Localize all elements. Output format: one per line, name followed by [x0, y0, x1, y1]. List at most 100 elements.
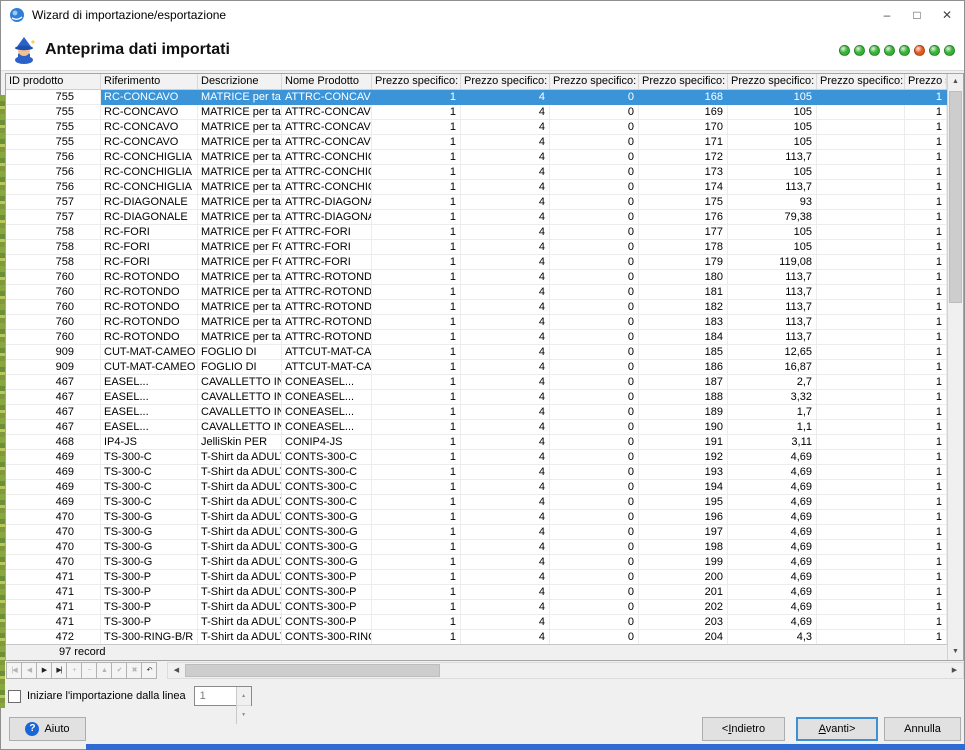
table-row[interactable]: 756RC-CONCHIGLIAMATRICE per taglioATTRC-…	[6, 150, 947, 165]
column-header[interactable]: Descrizione	[198, 74, 282, 89]
table-row[interactable]: 470TS-300-GT-Shirt da ADULTOCONTS-300-G1…	[6, 510, 947, 525]
table-cell[interactable]: 1	[905, 480, 947, 495]
table-cell[interactable]	[817, 360, 905, 375]
start-line-checkbox[interactable]	[8, 689, 21, 703]
table-cell[interactable]	[817, 375, 905, 390]
table-cell[interactable]: ATTRC-ROTONDO	[282, 330, 372, 345]
table-cell[interactable]: 1	[372, 390, 461, 405]
table-cell[interactable]: 172	[639, 150, 728, 165]
table-cell[interactable]: 4	[461, 120, 550, 135]
table-cell[interactable]: 189	[639, 405, 728, 420]
table-cell[interactable]: 181	[639, 285, 728, 300]
table-cell[interactable]: 4,69	[728, 465, 817, 480]
table-cell[interactable]: 1	[372, 105, 461, 120]
table-cell[interactable]: 113,7	[728, 300, 817, 315]
table-cell[interactable]: 1	[905, 300, 947, 315]
table-cell[interactable]: 1	[372, 525, 461, 540]
minimize-button[interactable]: –	[872, 1, 902, 29]
table-cell[interactable]: 758	[6, 240, 101, 255]
table-cell[interactable]: 4,3	[728, 630, 817, 644]
table-cell[interactable]: ATTRC-FORI	[282, 240, 372, 255]
table-cell[interactable]	[817, 540, 905, 555]
table-cell[interactable]: 105	[728, 225, 817, 240]
table-cell[interactable]: 4,69	[728, 510, 817, 525]
nav-cancel-button[interactable]: ✖	[126, 662, 142, 679]
table-cell[interactable]: 755	[6, 90, 101, 105]
table-cell[interactable]: 186	[639, 360, 728, 375]
table-cell[interactable]: CUT-MAT-CAMEO	[101, 345, 198, 360]
table-cell[interactable]: CUT-MAT-CAMEO	[101, 360, 198, 375]
table-cell[interactable]: MATRICE per taglio	[198, 270, 282, 285]
table-cell[interactable]: 1	[372, 195, 461, 210]
table-cell[interactable]: 193	[639, 465, 728, 480]
table-cell[interactable]: 4	[461, 345, 550, 360]
table-cell[interactable]: 93	[728, 195, 817, 210]
table-cell[interactable]: 1	[372, 375, 461, 390]
table-cell[interactable]: 1	[905, 405, 947, 420]
table-cell[interactable]: ATTRC-CONCAVO	[282, 105, 372, 120]
table-cell[interactable]: FOGLIO DI	[198, 360, 282, 375]
table-cell[interactable]: CONEASEL...	[282, 390, 372, 405]
table-cell[interactable]: 1	[905, 555, 947, 570]
table-cell[interactable]: 467	[6, 375, 101, 390]
table-cell[interactable]: ATTCUT-MAT-CAMEO	[282, 360, 372, 375]
table-cell[interactable]: 1	[905, 285, 947, 300]
table-cell[interactable]: 1	[372, 405, 461, 420]
table-cell[interactable]: TS-300-RING-B/R	[101, 630, 198, 644]
table-row[interactable]: 469TS-300-CT-Shirt da ADULTOCONTS-300-C1…	[6, 465, 947, 480]
table-cell[interactable]: 184	[639, 330, 728, 345]
table-cell[interactable]: RC-ROTONDO	[101, 315, 198, 330]
nav-edit-button[interactable]: ▲	[96, 662, 112, 679]
table-cell[interactable]: 1	[372, 240, 461, 255]
table-cell[interactable]: 1	[905, 105, 947, 120]
column-header[interactable]: Prezzo specifico: ID	[550, 74, 639, 89]
table-cell[interactable]: 4	[461, 360, 550, 375]
table-cell[interactable]: EASEL...	[101, 420, 198, 435]
table-cell[interactable]: 472	[6, 630, 101, 644]
table-cell[interactable]: 4	[461, 240, 550, 255]
table-cell[interactable]	[817, 480, 905, 495]
table-cell[interactable]: 1	[905, 390, 947, 405]
table-cell[interactable]: MATRICE per taglio	[198, 165, 282, 180]
table-cell[interactable]: 119,08	[728, 255, 817, 270]
table-cell[interactable]: 1	[372, 630, 461, 644]
table-cell[interactable]: 171	[639, 135, 728, 150]
table-cell[interactable]	[817, 180, 905, 195]
table-cell[interactable]: 0	[550, 630, 639, 644]
column-header[interactable]: ID prodotto	[6, 74, 101, 89]
table-cell[interactable]	[817, 255, 905, 270]
table-cell[interactable]: 1	[905, 135, 947, 150]
table-cell[interactable]: 187	[639, 375, 728, 390]
table-cell[interactable]: RC-ROTONDO	[101, 285, 198, 300]
start-line-input[interactable]: 1 ▲ ▼	[193, 686, 252, 724]
table-cell[interactable]: CONTS-300-C	[282, 450, 372, 465]
table-cell[interactable]: 1	[372, 330, 461, 345]
table-cell[interactable]: CONEASEL...	[282, 375, 372, 390]
table-cell[interactable]: CONTS-300-RING-B/R	[282, 630, 372, 644]
table-cell[interactable]: 1	[905, 375, 947, 390]
table-cell[interactable]: 0	[550, 450, 639, 465]
table-cell[interactable]: 755	[6, 105, 101, 120]
table-cell[interactable]: 755	[6, 135, 101, 150]
table-cell[interactable]: CAVALLETTO IN	[198, 405, 282, 420]
table-cell[interactable]: T-Shirt da ADULTO	[198, 600, 282, 615]
table-cell[interactable]: RC-ROTONDO	[101, 300, 198, 315]
table-cell[interactable]: 1	[372, 480, 461, 495]
table-cell[interactable]: 0	[550, 165, 639, 180]
table-cell[interactable]: 1	[372, 210, 461, 225]
table-cell[interactable]: 469	[6, 450, 101, 465]
table-row[interactable]: 470TS-300-GT-Shirt da ADULTOCONTS-300-G1…	[6, 555, 947, 570]
table-cell[interactable]: 469	[6, 465, 101, 480]
table-cell[interactable]: 204	[639, 630, 728, 644]
table-row[interactable]: 909CUT-MAT-CAMEOFOGLIO DIATTCUT-MAT-CAME…	[6, 345, 947, 360]
column-header[interactable]: Nome Prodotto	[282, 74, 372, 89]
table-cell[interactable]: RC-CONCAVO	[101, 105, 198, 120]
table-cell[interactable]: 909	[6, 345, 101, 360]
table-cell[interactable]: RC-FORI	[101, 225, 198, 240]
table-cell[interactable]: 1	[372, 225, 461, 240]
table-cell[interactable]: EASEL...	[101, 405, 198, 420]
table-row[interactable]: 469TS-300-CT-Shirt da ADULTOCONTS-300-C1…	[6, 450, 947, 465]
table-cell[interactable]: 4,69	[728, 585, 817, 600]
table-cell[interactable]	[817, 450, 905, 465]
table-cell[interactable]: TS-300-G	[101, 510, 198, 525]
